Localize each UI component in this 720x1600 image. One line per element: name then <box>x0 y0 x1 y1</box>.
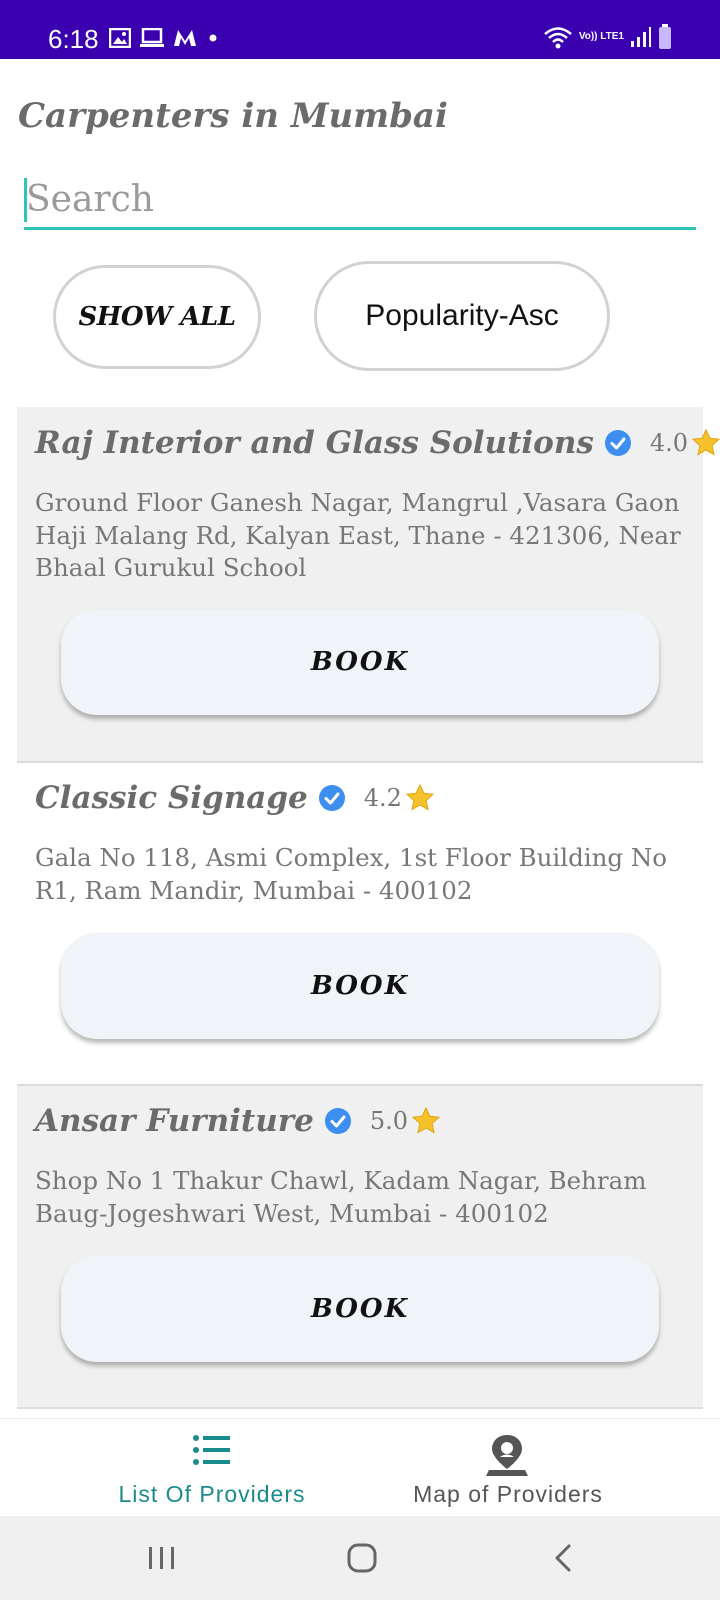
laptop-icon <box>140 28 164 47</box>
recent-apps-icon[interactable] <box>142 1538 182 1578</box>
provider-rating: 4.2 <box>363 784 402 812</box>
provider-card: Raj Interior and Glass Solutions 4.0 Gro… <box>17 407 720 763</box>
provider-header: Classic Signage 4.2 <box>35 780 435 816</box>
book-button-label: BOOK <box>310 647 410 677</box>
provider-card: Classic Signage 4.2 Gala No 118, Asmi Co… <box>17 763 703 1086</box>
bottom-navigation: List Of Providers Map of Providers <box>0 1418 720 1516</box>
map-pin-icon <box>486 1435 528 1476</box>
sort-button[interactable]: Popularity-Asc <box>314 261 610 371</box>
status-bar: 6:18 Vo)) LTE1 <box>0 0 720 59</box>
tab-label: List Of Providers <box>118 1481 306 1507</box>
myntra-m-icon <box>174 30 196 46</box>
star-icon <box>411 1106 441 1134</box>
sort-label: Popularity-Asc <box>365 299 559 332</box>
search-input[interactable] <box>26 172 686 226</box>
provider-rating: 4.0 <box>649 429 689 457</box>
status-notification-icons <box>109 28 221 48</box>
book-button[interactable]: BOOK <box>61 933 659 1039</box>
provider-header: Ansar Furniture 5.0 <box>35 1103 441 1139</box>
show-all-button[interactable]: SHOW ALL <box>53 265 261 369</box>
tab-map-of-providers[interactable]: Map of Providers <box>358 1419 658 1517</box>
page-title: Carpenters in Mumbai <box>18 96 448 136</box>
image-icon <box>109 28 131 48</box>
book-button[interactable]: BOOK <box>61 609 659 715</box>
back-icon[interactable] <box>544 1538 584 1578</box>
provider-name[interactable]: Ansar Furniture <box>35 1103 314 1139</box>
battery-icon <box>659 24 671 49</box>
star-icon <box>691 428 720 456</box>
provider-address: Shop No 1 Thakur Chawl, Kadam Nagar, Beh… <box>35 1166 647 1228</box>
show-all-label: SHOW ALL <box>78 302 236 332</box>
provider-header: Raj Interior and Glass Solutions 4.0 <box>35 425 720 461</box>
provider-card: Ansar Furniture 5.0 Shop No 1 Thakur Cha… <box>17 1086 703 1409</box>
verified-badge-icon <box>324 1108 351 1134</box>
tab-label: Map of Providers <box>413 1481 603 1507</box>
provider-address: Gala No 118, Asmi Complex, 1st Floor Bui… <box>35 843 668 905</box>
status-system-icons: Vo)) LTE1 <box>543 24 672 50</box>
wifi-icon <box>544 27 572 49</box>
book-button-label: BOOK <box>310 1294 410 1324</box>
book-button-label: BOOK <box>310 971 410 1001</box>
dot-icon <box>209 34 217 42</box>
signal-icon <box>631 27 651 47</box>
search-field[interactable] <box>24 172 696 230</box>
tab-list-of-providers[interactable]: List Of Providers <box>62 1419 362 1517</box>
provider-name[interactable]: Classic Signage <box>35 780 308 816</box>
status-time: 6:18 <box>48 24 99 54</box>
verified-badge-icon <box>318 785 345 811</box>
verified-badge-icon <box>604 430 631 456</box>
system-navigation-bar <box>0 1516 720 1600</box>
provider-rating: 5.0 <box>369 1107 408 1135</box>
network-type-label: Vo)) LTE1 <box>578 31 624 42</box>
provider-name[interactable]: Raj Interior and Glass Solutions <box>35 425 594 461</box>
list-icon <box>193 1435 230 1465</box>
home-icon[interactable] <box>342 1538 382 1578</box>
provider-address: Ground Floor Ganesh Nagar, Mangrul ,Vasa… <box>35 488 681 582</box>
book-button[interactable]: BOOK <box>61 1256 659 1362</box>
star-icon <box>405 783 435 811</box>
